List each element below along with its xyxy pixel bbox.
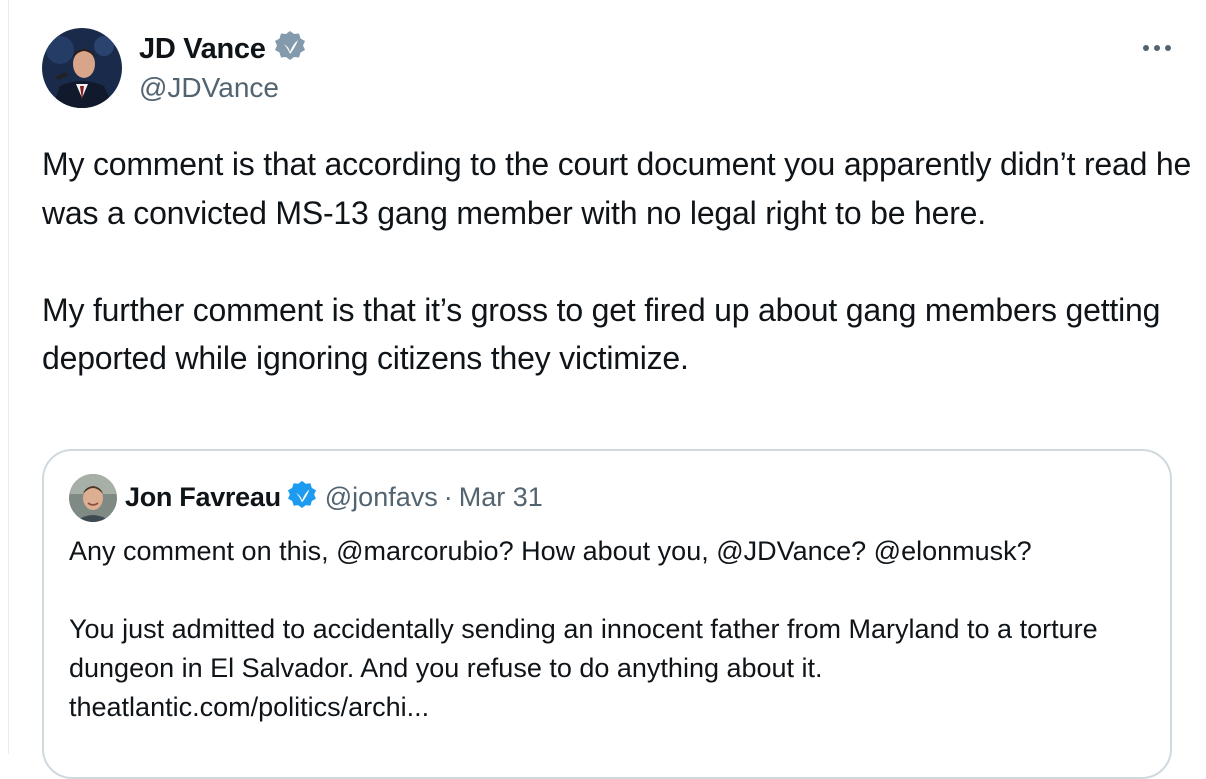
quoted-tweet-date[interactable]: Mar 31	[459, 482, 543, 513]
author-handle[interactable]: @JDVance	[139, 72, 279, 104]
more-horizontal-icon	[1143, 45, 1171, 51]
verified-badge-icon	[287, 480, 317, 515]
quoted-tweet-text: Any comment on this, @marcorubio? How ab…	[69, 532, 1159, 727]
quoted-tweet-link[interactable]: theatlantic.com/politics/archi...	[69, 688, 1159, 727]
quoted-paragraph: Any comment on this, @marcorubio? How ab…	[69, 536, 1032, 566]
quoted-author-handle[interactable]: @jonfavs	[325, 482, 438, 513]
tweet-paragraph: My comment is that according to the cour…	[42, 146, 1192, 231]
separator-dot: ·	[443, 482, 453, 512]
quoted-author-avatar[interactable]	[69, 474, 117, 522]
author-name[interactable]: JD Vance	[139, 30, 306, 68]
author-avatar[interactable]	[42, 28, 122, 108]
more-options-button[interactable]	[1140, 36, 1174, 60]
author-name-text: JD Vance	[139, 32, 266, 65]
quoted-tweet-header: Jon Favreau @jonfavs · Mar 31	[125, 480, 543, 515]
tweet-paragraph: My further comment is that it’s gross to…	[42, 291, 1161, 377]
tweet: JD Vance @JDVance My comment is that acc…	[0, 0, 1206, 779]
verified-badge-icon	[274, 30, 306, 68]
tweet-text: My comment is that according to the cour…	[42, 140, 1192, 383]
quoted-author-name[interactable]: Jon Favreau	[125, 482, 281, 513]
quoted-paragraph: You just admitted to accidentally sendin…	[69, 614, 1098, 683]
